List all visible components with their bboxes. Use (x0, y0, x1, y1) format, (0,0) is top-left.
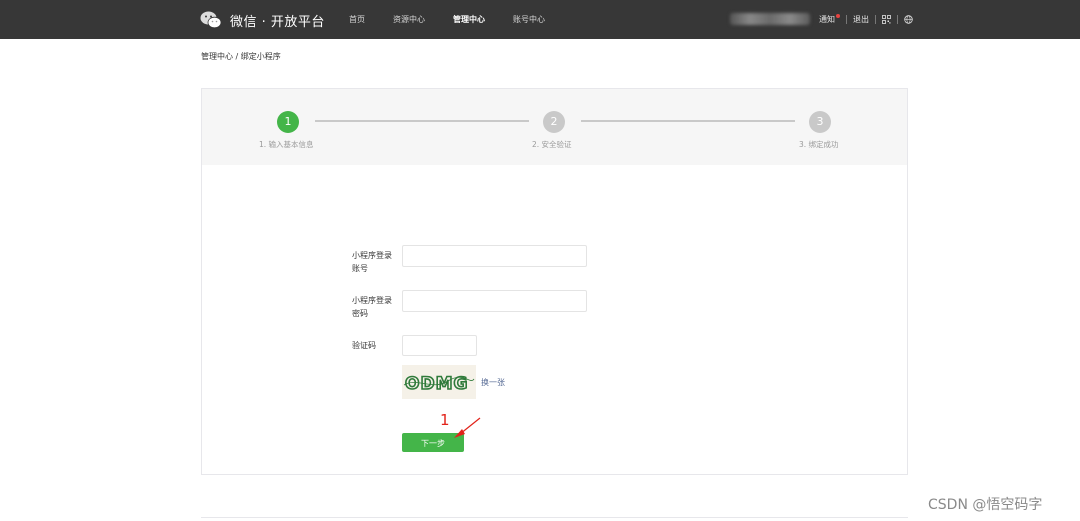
globe-icon[interactable] (904, 15, 913, 24)
step-connector (581, 120, 795, 122)
bind-miniprogram-panel: 1 1. 输入基本信息 2 2. 安全验证 3 3. 绑定成功 小程序登录 账号… (201, 88, 908, 475)
divider (846, 15, 847, 24)
step-1-circle: 1 (277, 111, 299, 133)
main-nav: 首页 资源中心 管理中心 账号中心 (349, 0, 573, 39)
password-input[interactable] (402, 290, 587, 312)
top-right-tools: 通知 退出 (819, 0, 913, 39)
step-2-label: 2. 安全验证 (532, 140, 572, 149)
account-label-line: 账号 (352, 264, 368, 273)
password-label-line: 小程序登录 (352, 296, 392, 305)
logout-link[interactable]: 退出 (853, 14, 869, 25)
step-3-label: 3. 绑定成功 (799, 140, 839, 149)
logo[interactable]: 微信 · 开放平台 (200, 9, 325, 31)
breadcrumb: 管理中心 / 绑定小程序 (201, 52, 281, 61)
captcha-text: ODMG (405, 374, 468, 394)
account-label: 小程序登录 账号 (352, 249, 398, 275)
captcha-label: 验证码 (352, 341, 376, 350)
step-1-label: 1. 输入基本信息 (259, 140, 314, 149)
divider (875, 15, 876, 24)
step-indicator: 1 1. 输入基本信息 2 2. 安全验证 3 3. 绑定成功 (202, 89, 907, 165)
annotation-arrow-icon (454, 417, 481, 438)
top-bar: 微信 · 开放平台 首页 资源中心 管理中心 账号中心 通知 退出 (0, 0, 1080, 39)
nav-item-management[interactable]: 管理中心 (453, 14, 485, 25)
notice-label: 通知 (819, 15, 835, 24)
nav-item-resources[interactable]: 资源中心 (393, 14, 425, 25)
notice-link[interactable]: 通知 (819, 14, 840, 25)
captcha-input[interactable] (402, 335, 477, 356)
wechat-logo-icon (200, 11, 222, 29)
account-label-line: 小程序登录 (352, 251, 392, 260)
divider (897, 15, 898, 24)
password-label: 小程序登录 密码 (352, 294, 398, 320)
nav-item-account[interactable]: 账号中心 (513, 14, 545, 25)
step-3-circle: 3 (809, 111, 831, 133)
change-captcha-link[interactable]: 换一张 (481, 377, 505, 388)
annotation-number: 1 (440, 411, 450, 429)
nav-item-home[interactable]: 首页 (349, 14, 365, 25)
divider (201, 517, 908, 518)
step-connector (315, 120, 529, 122)
account-input[interactable] (402, 245, 587, 267)
step-2-circle: 2 (543, 111, 565, 133)
captcha-image[interactable]: ODMG (402, 365, 476, 399)
watermark: CSDN @悟空码字 (928, 497, 1043, 513)
notice-dot-badge (836, 14, 840, 18)
logo-text: 微信 · 开放平台 (230, 14, 325, 30)
captcha-graphic: ODMG (402, 365, 476, 399)
qrcode-icon[interactable] (882, 15, 891, 24)
password-label-line: 密码 (352, 309, 368, 318)
blurred-account-name (730, 13, 810, 25)
